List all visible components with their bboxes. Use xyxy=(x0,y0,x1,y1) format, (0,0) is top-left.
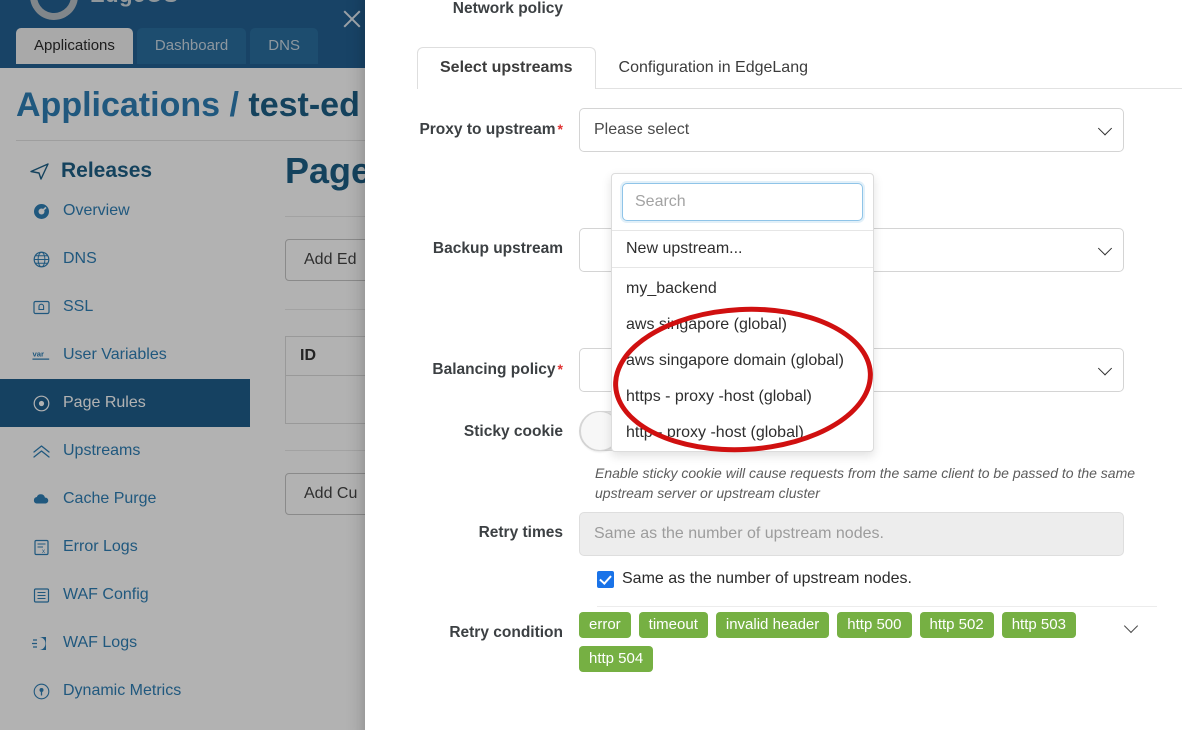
retry-condition-field[interactable]: error timeout invalid header http 500 ht… xyxy=(579,612,1139,672)
tag-timeout[interactable]: timeout xyxy=(638,612,708,638)
chevron-down-icon xyxy=(1100,123,1111,134)
label-text: Proxy to upstream xyxy=(419,121,556,138)
tag-http-500[interactable]: http 500 xyxy=(837,612,912,638)
network-policy-row: Network policy xyxy=(392,0,579,30)
tag-invalid-header[interactable]: invalid header xyxy=(715,612,830,638)
proxy-to-upstream-row: Proxy to upstream * Please select xyxy=(392,108,1124,152)
dropdown-item-my-backend[interactable]: my_backend xyxy=(612,268,873,307)
dropdown-item-new-upstream[interactable]: New upstream... xyxy=(612,231,873,267)
upstream-dropdown-menu: New upstream... my_backend aws singapore… xyxy=(611,173,874,452)
dropdown-item-http-proxy-host[interactable]: http - proxy -host (global) xyxy=(612,415,873,451)
retry-times-row: Retry times Same as the number of upstre… xyxy=(392,512,1124,556)
network-policy-label: Network policy xyxy=(452,0,563,17)
modal-tab-list: Select upstreams Configuration in EdgeLa… xyxy=(417,46,1182,89)
tag-http-504[interactable]: http 504 xyxy=(579,646,654,672)
label-text: Balancing policy xyxy=(432,361,556,378)
modal-tabs: Select upstreams Configuration in EdgeLa… xyxy=(417,46,1182,89)
tag-http-503[interactable]: http 503 xyxy=(1001,612,1076,638)
dropdown-item-aws-singapore-domain[interactable]: aws singapore domain (global) xyxy=(612,343,873,379)
required-marker: * xyxy=(557,121,563,137)
retry-times-checkbox[interactable] xyxy=(597,570,614,588)
chevron-down-icon[interactable] xyxy=(1126,621,1137,632)
retry-times-label: Retry times xyxy=(478,524,563,541)
dropdown-item-https-proxy-host[interactable]: https - proxy -host (global) xyxy=(612,379,873,415)
retry-condition-tags: error timeout invalid header http 500 ht… xyxy=(579,612,1139,672)
balancing-policy-label: Balancing policy * xyxy=(392,348,579,392)
retry-condition-divider xyxy=(597,606,1157,607)
tag-error[interactable]: error xyxy=(579,612,631,638)
retry-times-input[interactable]: Same as the number of upstream nodes. xyxy=(579,512,1124,556)
search-input[interactable] xyxy=(622,183,863,221)
close-button[interactable] xyxy=(325,0,379,46)
tab-configuration-in-edgelang[interactable]: Configuration in EdgeLang xyxy=(596,47,831,89)
tag-http-502[interactable]: http 502 xyxy=(919,612,994,638)
backup-upstream-label: Backup upstream xyxy=(432,240,563,257)
retry-condition-row: Retry condition error timeout invalid he… xyxy=(392,612,1139,672)
sticky-cookie-label: Sticky cookie xyxy=(463,423,563,440)
chevron-down-icon xyxy=(1100,363,1111,374)
retry-times-checkbox-label: Same as the number of upstream nodes. xyxy=(622,570,912,587)
proxy-to-upstream-select[interactable]: Please select xyxy=(579,108,1124,152)
proxy-to-upstream-label: Proxy to upstream * xyxy=(392,108,579,152)
dropdown-item-aws-singapore[interactable]: aws singapore (global) xyxy=(612,307,873,343)
screen-root: EdgeOS Applications Dashboard DNS Applic… xyxy=(0,0,1184,730)
proxy-to-upstream-field: Please select xyxy=(579,108,1124,152)
chevron-down-icon xyxy=(1100,243,1111,254)
tab-select-upstreams[interactable]: Select upstreams xyxy=(417,47,596,89)
sticky-cookie-help-text: Enable sticky cookie will cause requests… xyxy=(595,465,1136,502)
retry-condition-label: Retry condition xyxy=(449,624,563,641)
retry-times-field: Same as the number of upstream nodes. xyxy=(579,512,1124,556)
close-icon xyxy=(341,8,363,30)
required-marker: * xyxy=(557,361,563,377)
retry-times-checkbox-row[interactable]: Same as the number of upstream nodes. xyxy=(597,570,912,588)
dropdown-search-wrap xyxy=(612,174,873,230)
